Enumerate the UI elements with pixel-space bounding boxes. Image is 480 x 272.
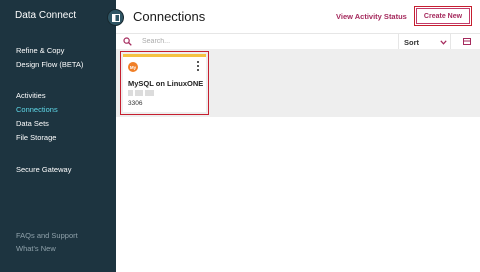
sort-label: Sort xyxy=(404,38,419,47)
chevron-down-icon xyxy=(440,40,447,45)
collapse-sidebar-icon xyxy=(111,13,120,22)
nav-item-design-flow[interactable]: Design Flow (BETA) xyxy=(16,60,83,69)
connection-card-mysql[interactable]: My MySQL on LinuxONE 3306 xyxy=(123,54,206,112)
nav-item-secure-gateway[interactable]: Secure Gateway xyxy=(16,165,71,174)
nav-item-activities[interactable]: Activities xyxy=(16,91,46,100)
connection-port: 3306 xyxy=(128,100,143,107)
connections-grid: My MySQL on LinuxONE 3306 xyxy=(116,49,480,272)
sidebar: Data Connect Refine & Copy Design Flow (… xyxy=(0,0,116,272)
collapse-sidebar-button[interactable] xyxy=(107,9,124,26)
nav-item-whats-new[interactable]: What's New xyxy=(16,244,56,253)
search-input[interactable] xyxy=(142,36,252,47)
connection-meta-placeholder xyxy=(128,90,168,96)
page-title: Connections xyxy=(133,9,206,24)
connection-title: MySQL on LinuxONE xyxy=(128,79,204,88)
sort-dropdown[interactable]: Sort xyxy=(398,34,450,50)
create-new-button-highlight[interactable]: Create New xyxy=(414,6,472,26)
kebab-menu-icon[interactable] xyxy=(195,61,201,71)
nav-item-data-sets[interactable]: Data Sets xyxy=(16,119,49,128)
main-panel: Connections View Activity Status Create … xyxy=(116,0,480,272)
nav-item-refine-copy[interactable]: Refine & Copy xyxy=(16,46,64,55)
app-title: Data Connect xyxy=(15,10,77,21)
view-toggle-button[interactable] xyxy=(450,34,480,50)
nav-item-faqs-support[interactable]: FAQs and Support xyxy=(16,231,78,240)
search-icon[interactable] xyxy=(123,37,132,46)
nav-item-file-storage[interactable]: File Storage xyxy=(16,133,56,142)
create-new-button[interactable]: Create New xyxy=(416,8,470,24)
view-activity-status-link[interactable]: View Activity Status xyxy=(336,12,407,21)
nav-item-connections[interactable]: Connections xyxy=(16,105,58,114)
mysql-logo-icon: My xyxy=(128,62,138,72)
grid-view-icon xyxy=(463,38,471,45)
toolbar: Sort xyxy=(116,33,480,50)
